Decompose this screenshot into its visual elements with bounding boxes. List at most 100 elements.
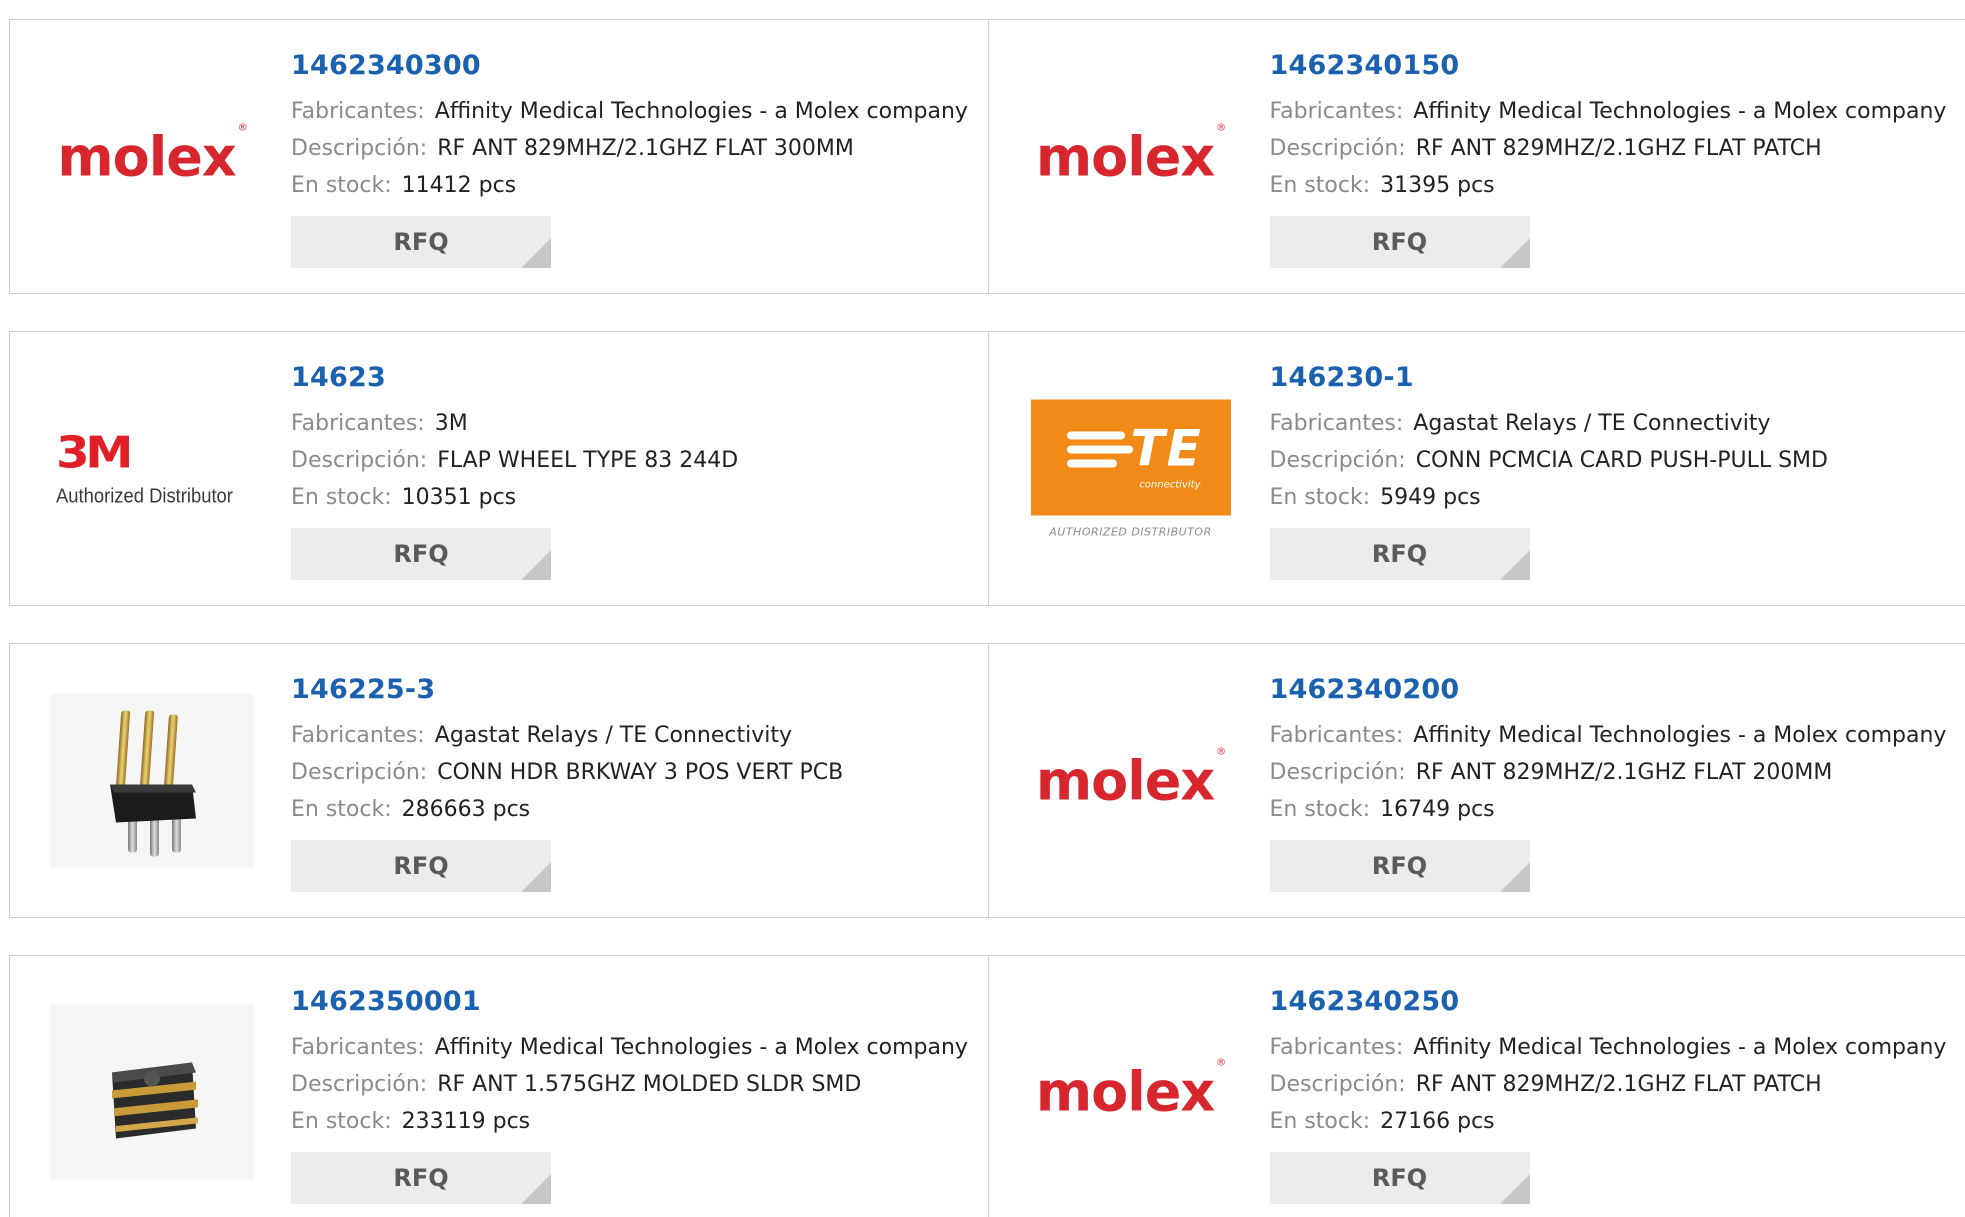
manufacturer-logo[interactable]: [50, 1004, 254, 1180]
rfq-label: RFQ: [393, 228, 449, 256]
stock-line: En stock: 27166 pcs: [1270, 1103, 1947, 1140]
description-line: Descripción: FLAP WHEEL TYPE 83 244D: [291, 442, 738, 479]
manufacturer-label: Fabricantes:: [291, 411, 425, 436]
manufacturer-label: Fabricantes:: [1269, 99, 1404, 124]
rfq-button[interactable]: RFQ: [1269, 528, 1530, 580]
registered-mark: ®: [237, 122, 248, 133]
part-number-link[interactable]: 146230-1: [1270, 362, 1828, 393]
stock-value: 10351 pcs: [401, 485, 517, 510]
manufacturer-logo[interactable]: molex ®: [1029, 69, 1233, 244]
product-info: 146225-3 Fabricantes: Agastat Relays / TE…: [291, 674, 843, 892]
stock-label: En stock:: [291, 173, 392, 198]
part-number-link[interactable]: 14623: [291, 362, 738, 393]
te-logo-box: TE connectivity: [1030, 399, 1231, 515]
stock-label: En stock:: [1269, 1109, 1371, 1134]
rfq-button[interactable]: RFQ: [1269, 840, 1530, 892]
part-number-link[interactable]: 1462350001: [291, 986, 968, 1017]
rfq-label: RFQ: [393, 852, 449, 880]
stock-line: En stock: 5949 pcs: [1270, 479, 1828, 516]
stock-line: En stock: 31395 pcs: [1270, 167, 1947, 204]
manufacturer-logo[interactable]: 3M Authorized Distributor: [50, 381, 254, 556]
manufacturer-label: Fabricantes:: [1269, 411, 1404, 436]
rfq-button[interactable]: RFQ: [291, 1152, 551, 1204]
stock-value: 286663 pcs: [401, 797, 531, 822]
description-value: RF ANT 1.575GHZ MOLDED SLDR SMD: [437, 1072, 862, 1097]
description-value: RF ANT 829MHZ/2.1GHZ FLAT PATCH: [1415, 1072, 1822, 1097]
product-card: 1462350001 Fabricantes: Affinity Medical …: [10, 956, 988, 1217]
description-line: Descripción: RF ANT 829MHZ/2.1GHZ FLAT 30…: [291, 130, 968, 167]
description-line: Descripción: CONN HDR BRKWAY 3 POS VERT P…: [291, 754, 843, 791]
manufacturer-line: Fabricantes: 3M: [291, 405, 738, 442]
corner-triangle-icon: [521, 862, 551, 892]
description-line: Descripción: RF ANT 829MHZ/2.1GHZ FLAT PA…: [1270, 1066, 1947, 1103]
3m-wordmark: 3M: [55, 427, 133, 478]
corner-triangle-icon: [521, 238, 551, 268]
molex-logo: molex ®: [1035, 746, 1226, 812]
product-info: 1462340150 Fabricantes: Affinity Medical …: [1269, 50, 1947, 268]
product-info: 1462340300 Fabricantes: Affinity Medical …: [291, 50, 968, 268]
description-label: Descripción:: [1269, 136, 1406, 161]
manufacturer-logo[interactable]: molex ®: [1029, 1005, 1233, 1180]
product-card: 146225-3 Fabricantes: Agastat Relays / TE…: [10, 644, 988, 917]
rfq-button[interactable]: RFQ: [291, 216, 551, 268]
part-number-link[interactable]: 1462340300: [291, 50, 968, 81]
product-row: 146225-3 Fabricantes: Agastat Relays / TE…: [9, 643, 1965, 918]
te-authorized-text: AUTHORIZED DISTRIBUTOR: [1049, 525, 1212, 538]
manufacturer-label: Fabricantes:: [291, 723, 425, 748]
registered-mark: ®: [1216, 122, 1226, 133]
manufacturer-value: 3M: [434, 411, 468, 436]
manufacturer-logo[interactable]: [50, 693, 254, 868]
product-grid: molex ® 1462340300 Fabricantes: Affinity M…: [0, 0, 1965, 1217]
manufacturer-logo[interactable]: TE connectivity AUTHORIZED DISTRIBUTOR: [1029, 381, 1233, 556]
stock-label: En stock:: [291, 1109, 392, 1134]
stock-label: En stock:: [1269, 485, 1371, 510]
rfq-button[interactable]: RFQ: [291, 840, 551, 892]
product-row: 1462350001 Fabricantes: Affinity Medical …: [9, 955, 1965, 1217]
stock-value: 5949 pcs: [1380, 485, 1481, 510]
description-label: Descripción:: [1269, 760, 1406, 785]
description-label: Descripción:: [291, 1072, 428, 1097]
rfq-label: RFQ: [393, 540, 449, 568]
manufacturer-line: Fabricantes: Agastat Relays / TE Connecti…: [1270, 405, 1828, 442]
manufacturer-value: Affinity Medical Technologies - a Molex …: [1413, 723, 1947, 748]
stock-label: En stock:: [291, 797, 392, 822]
manufacturer-logo[interactable]: molex ®: [1029, 693, 1233, 868]
3m-authorized-text: Authorized Distributor: [55, 485, 233, 507]
stock-line: En stock: 233119 pcs: [291, 1103, 968, 1140]
description-value: FLAP WHEEL TYPE 83 244D: [437, 448, 739, 473]
manufacturer-line: Fabricantes: Affinity Medical Technologie…: [291, 93, 968, 130]
description-line: Descripción: CONN PCMCIA CARD PUSH-PULL S…: [1270, 442, 1828, 479]
corner-triangle-icon: [521, 1174, 551, 1204]
rfq-button[interactable]: RFQ: [1269, 1152, 1530, 1204]
part-number-link[interactable]: 1462340250: [1270, 986, 1947, 1017]
te-logo: TE connectivity AUTHORIZED DISTRIBUTOR: [1030, 399, 1231, 538]
corner-triangle-icon: [521, 550, 551, 580]
rfq-label: RFQ: [393, 1164, 449, 1192]
product-card: molex ® 1462340200 Fabricantes: Affinity M…: [987, 644, 1965, 917]
registered-mark: ®: [1216, 1057, 1226, 1069]
corner-triangle-icon: [1499, 862, 1530, 892]
part-number-link[interactable]: 146225-3: [291, 674, 843, 705]
rfq-button[interactable]: RFQ: [1269, 216, 1530, 268]
manufacturer-value: Agastat Relays / TE Connectivity: [434, 723, 792, 748]
molex-logo: molex ®: [1035, 122, 1226, 188]
manufacturer-value: Affinity Medical Technologies - a Molex …: [434, 1035, 968, 1060]
rfq-label: RFQ: [1371, 540, 1428, 568]
manufacturer-value: Affinity Medical Technologies - a Molex …: [1413, 1035, 1947, 1060]
manufacturer-line: Fabricantes: Agastat Relays / TE Connecti…: [291, 717, 843, 754]
stock-label: En stock:: [1269, 173, 1371, 198]
rfq-button[interactable]: RFQ: [291, 528, 551, 580]
te-connectivity-text: connectivity: [1139, 479, 1201, 490]
product-card: molex ® 1462340300 Fabricantes: Affinity M…: [10, 20, 988, 293]
product-info: 146230-1 Fabricantes: Agastat Relays / TE…: [1269, 362, 1828, 580]
corner-triangle-icon: [1499, 1174, 1530, 1204]
description-value: CONN HDR BRKWAY 3 POS VERT PCB: [437, 760, 844, 785]
part-number-link[interactable]: 1462340200: [1270, 674, 1947, 705]
stock-value: 31395 pcs: [1380, 173, 1495, 198]
chip-antenna-photo: [50, 1004, 254, 1180]
manufacturer-logo[interactable]: molex ®: [50, 69, 254, 244]
description-label: Descripción:: [291, 448, 428, 473]
rfq-label: RFQ: [1371, 228, 1428, 256]
corner-triangle-icon: [1499, 550, 1530, 580]
part-number-link[interactable]: 1462340150: [1270, 50, 1947, 81]
